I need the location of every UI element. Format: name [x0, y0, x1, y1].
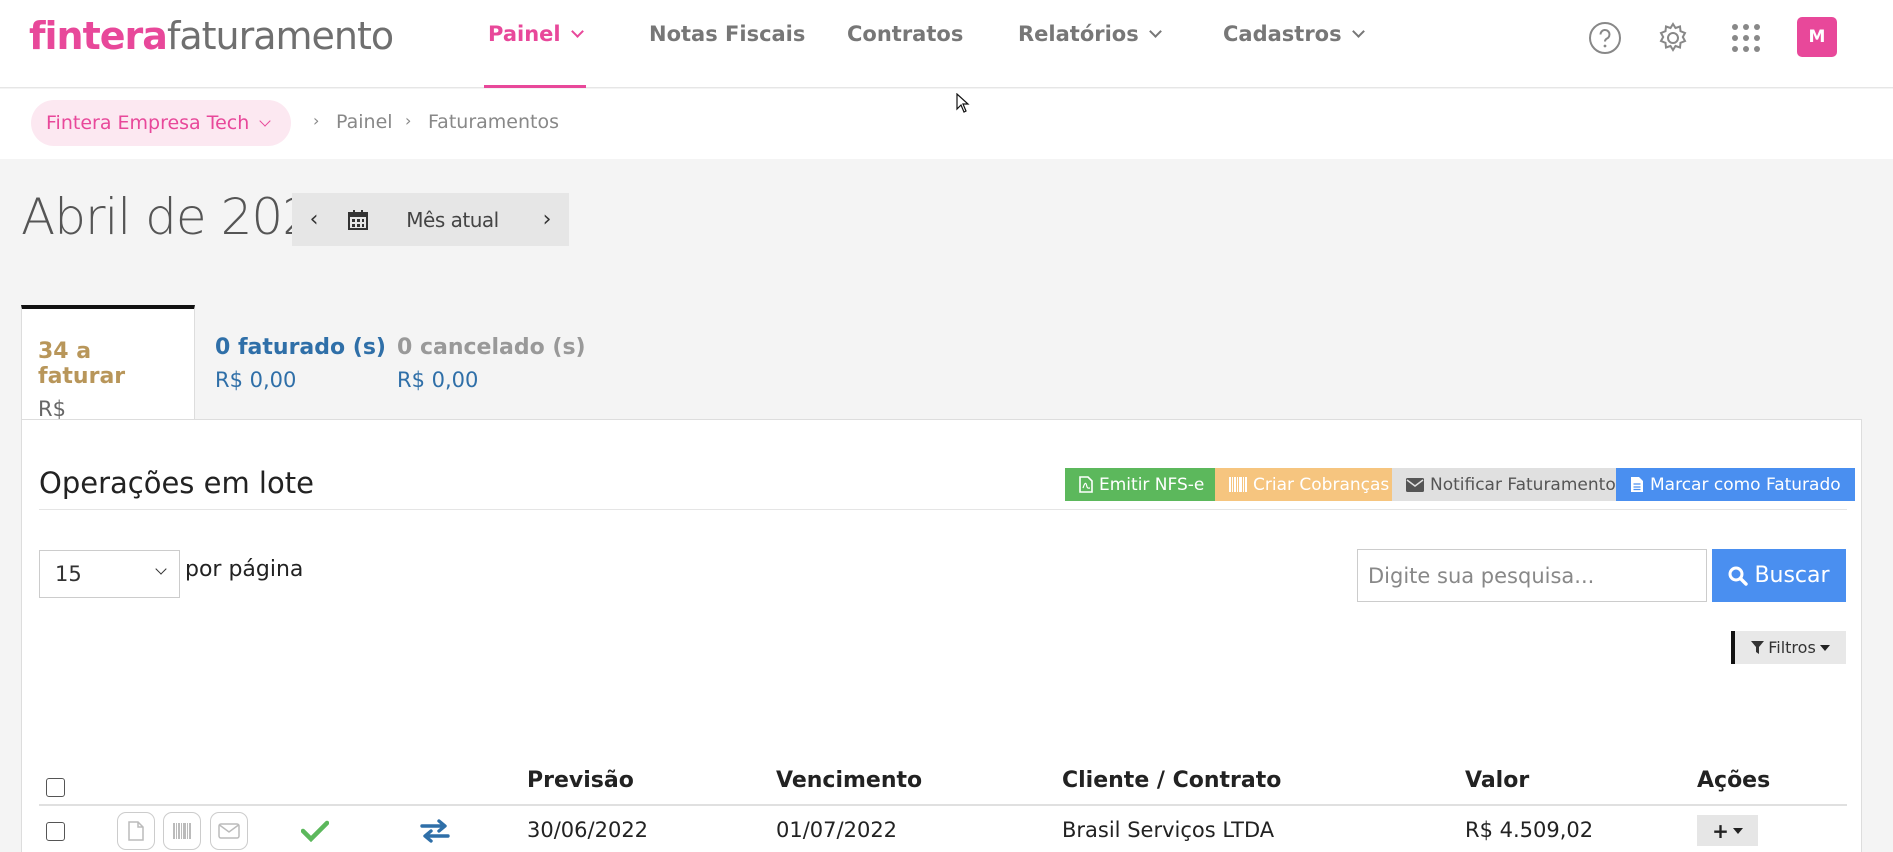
chevron-down-icon [155, 563, 167, 575]
row-actions-button[interactable]: + [1697, 815, 1758, 846]
barcode-icon [1229, 477, 1247, 492]
search-input[interactable]: Digite sua pesquisa... [1357, 549, 1707, 602]
column-previsao[interactable]: Previsão [527, 768, 634, 793]
caret-down-icon [1732, 827, 1743, 834]
breadcrumb-separator-icon: › [313, 111, 320, 130]
recurring-transfer-icon[interactable] [420, 818, 450, 848]
company-selector[interactable]: Fintera Empresa Tech [31, 100, 292, 146]
filters-button[interactable]: Filtros [1731, 631, 1846, 664]
table-header-divider [39, 804, 1847, 806]
per-page-label: por página [185, 557, 304, 582]
tab-faturado[interactable]: 0 faturado (s) R$ 0,00 [199, 305, 402, 420]
tab-cancelado-title: 0 cancelado (s) [397, 335, 586, 360]
breadcrumb-painel[interactable]: Painel [336, 111, 393, 133]
top-navbar: finterafaturamento Painel Notas Fiscais … [0, 0, 1893, 88]
barcode-icon[interactable] [163, 812, 201, 850]
column-vencimento[interactable]: Vencimento [776, 768, 922, 793]
breadcrumb-faturamentos: Faturamentos [428, 111, 559, 133]
calendar-icon[interactable] [336, 209, 380, 231]
company-name: Fintera Empresa Tech [46, 112, 250, 134]
search-button-label: Buscar [1754, 563, 1830, 588]
marcar-faturado-label: Marcar como Faturado [1650, 474, 1841, 495]
divider [39, 509, 1847, 510]
marcar-faturado-button[interactable]: Marcar como Faturado [1616, 468, 1855, 501]
criar-cobrancas-button[interactable]: Criar Cobranças [1215, 468, 1404, 501]
tab-cancelado-amount: R$ 0,00 [397, 368, 479, 392]
current-month-button[interactable]: Mês atual [380, 208, 525, 232]
apps-grid-icon[interactable] [1728, 20, 1764, 56]
user-avatar[interactable]: M [1797, 17, 1837, 57]
tab-a-faturar[interactable]: 34 a faturar R$ 121.481,16 [21, 305, 195, 445]
nav-relatorios-label: Relatórios [1018, 22, 1139, 46]
logo-brand: fintera [29, 14, 168, 58]
column-acoes: Ações [1697, 768, 1771, 793]
cell-vencimento: 01/07/2022 [776, 818, 898, 842]
logo-product: faturamento [166, 14, 394, 58]
nav-painel-label: Painel [488, 22, 561, 46]
nav-cadastros-label: Cadastros [1223, 22, 1342, 46]
document-icon[interactable] [117, 812, 155, 850]
cell-valor: R$ 4.509,02 [1465, 818, 1594, 842]
tab-faturado-title: 0 faturado (s) [215, 335, 386, 360]
row-checkbox[interactable] [46, 822, 65, 841]
file-icon [1631, 477, 1643, 492]
filters-label: Filtros [1768, 638, 1816, 657]
envelope-icon [1406, 477, 1424, 492]
cell-previsao: 30/06/2022 [527, 818, 649, 842]
nav-contratos[interactable]: Contratos [843, 22, 967, 88]
notificar-faturamento-label: Notificar Faturamento [1430, 474, 1616, 495]
nav-relatorios[interactable]: Relatórios [1014, 22, 1164, 88]
chevron-down-icon [570, 25, 584, 38]
nav-contratos-label: Contratos [847, 22, 964, 46]
bulk-operations-title: Operações em lote [39, 466, 314, 500]
search-icon [1728, 566, 1749, 586]
page-size-select[interactable]: 15 [39, 550, 180, 598]
caret-down-icon [1819, 644, 1830, 651]
cell-cliente[interactable]: Brasil Serviços LTDA [1062, 818, 1274, 842]
pdf-file-icon [1079, 476, 1093, 493]
gear-icon[interactable] [1655, 20, 1691, 56]
billing-panel: Operações em lote Emitir NFS-e Criar Cob… [21, 419, 1862, 852]
column-valor[interactable]: Valor [1465, 768, 1529, 793]
tab-a-faturar-title: 34 a faturar [38, 339, 126, 389]
mouse-cursor-icon [956, 92, 970, 117]
chevron-down-icon [1351, 25, 1365, 38]
envelope-icon[interactable] [210, 812, 248, 850]
tab-cancelado[interactable]: 0 cancelado (s) R$ 0,00 [381, 305, 602, 420]
nav-cadastros[interactable]: Cadastros [1219, 22, 1367, 88]
emitir-nfse-button[interactable]: Emitir NFS-e [1065, 468, 1219, 501]
criar-cobrancas-label: Criar Cobranças [1253, 474, 1390, 495]
nav-painel[interactable]: Painel [484, 22, 586, 88]
chevron-down-icon [259, 115, 271, 127]
breadcrumb-bar: Fintera Empresa Tech › Painel › Faturame… [0, 89, 1893, 159]
page-size-value: 15 [55, 562, 82, 586]
chevron-down-icon [1148, 25, 1162, 38]
search-button[interactable]: Buscar [1712, 549, 1846, 602]
row-actions-label: + [1712, 818, 1729, 843]
nav-notas-fiscais[interactable]: Notas Fiscais [645, 22, 809, 88]
check-icon [300, 820, 330, 846]
month-navigator: ‹ Mês atual › [292, 193, 569, 246]
search-placeholder: Digite sua pesquisa... [1368, 563, 1595, 588]
prev-month-button[interactable]: ‹ [292, 207, 336, 232]
column-cliente-contrato[interactable]: Cliente / Contrato [1062, 768, 1281, 793]
breadcrumb-separator-icon: › [405, 111, 412, 130]
emitir-nfse-label: Emitir NFS-e [1099, 474, 1205, 495]
help-icon[interactable] [1587, 20, 1623, 56]
notificar-faturamento-button[interactable]: Notificar Faturamento [1392, 468, 1630, 501]
tab-faturado-amount: R$ 0,00 [215, 368, 297, 392]
select-all-checkbox[interactable] [46, 778, 65, 797]
filter-icon [1751, 641, 1765, 654]
nav-notas-fiscais-label: Notas Fiscais [649, 22, 806, 46]
app-logo[interactable]: finterafaturamento [29, 14, 394, 58]
next-month-button[interactable]: › [525, 207, 569, 232]
